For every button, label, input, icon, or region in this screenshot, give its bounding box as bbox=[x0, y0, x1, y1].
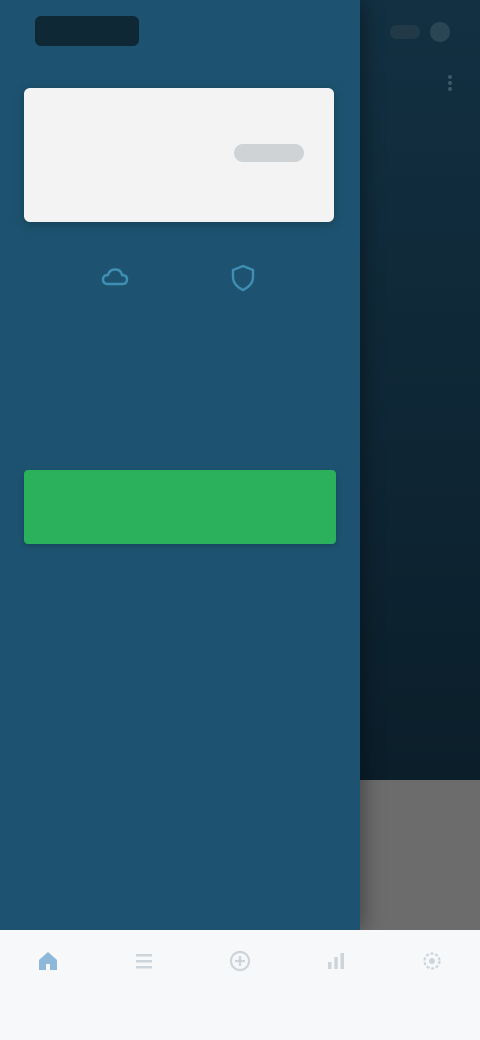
top-controls bbox=[390, 22, 450, 42]
drawer-icon-row bbox=[0, 250, 360, 310]
nav-item-home[interactable] bbox=[0, 930, 96, 1040]
avatar-icon[interactable] bbox=[430, 22, 450, 42]
bottom-navigation bbox=[0, 930, 480, 1040]
account-card[interactable] bbox=[24, 88, 334, 222]
nav-item-list[interactable] bbox=[96, 930, 192, 1040]
home-icon bbox=[35, 948, 61, 974]
chart-icon bbox=[323, 948, 349, 974]
add-icon bbox=[227, 948, 253, 974]
nav-item-add[interactable] bbox=[192, 930, 288, 1040]
kebab-menu-icon[interactable] bbox=[448, 75, 452, 91]
brand-logo-icon[interactable] bbox=[35, 16, 139, 46]
nav-item-settings[interactable] bbox=[384, 930, 480, 1040]
list-icon bbox=[131, 948, 157, 974]
shield-icon[interactable] bbox=[226, 256, 260, 300]
backdrop-content-panel bbox=[360, 780, 480, 930]
card-badge bbox=[234, 144, 304, 162]
backdrop-overlay[interactable] bbox=[360, 0, 480, 780]
toggle-icon[interactable] bbox=[390, 25, 420, 39]
side-drawer bbox=[0, 0, 360, 930]
settings-icon bbox=[419, 948, 445, 974]
nav-item-chart[interactable] bbox=[288, 930, 384, 1040]
primary-action-button[interactable] bbox=[24, 470, 336, 544]
cloud-icon[interactable] bbox=[98, 256, 132, 300]
